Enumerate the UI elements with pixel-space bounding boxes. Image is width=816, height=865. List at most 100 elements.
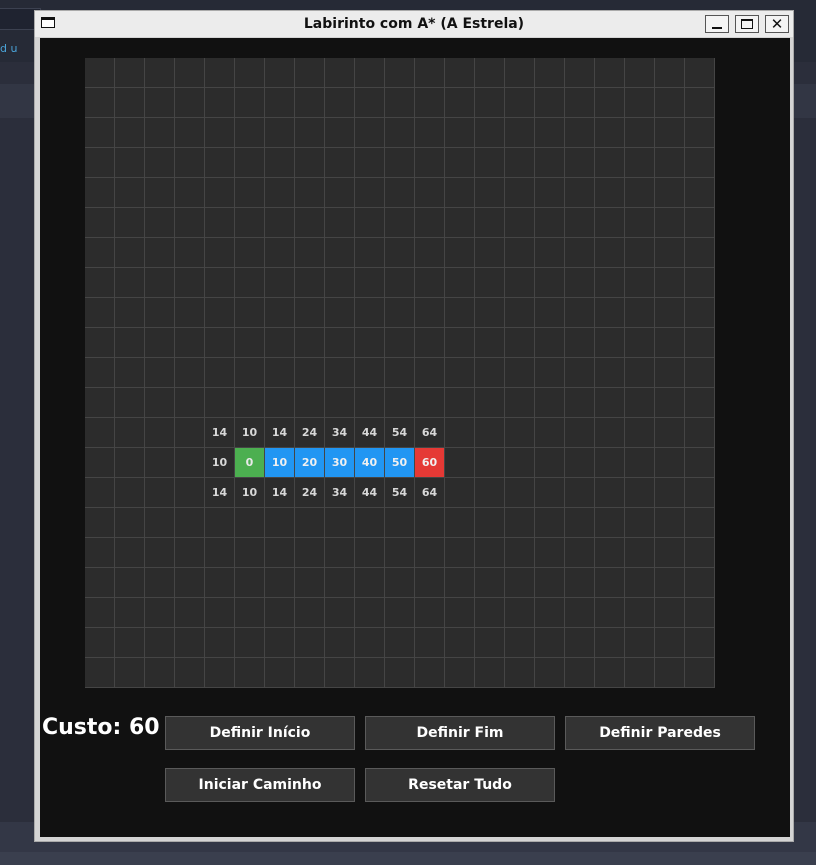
grid-cell[interactable] (535, 358, 565, 388)
explored-cell[interactable]: 44 (355, 418, 385, 448)
grid-cell[interactable] (385, 58, 415, 88)
grid-cell[interactable] (445, 118, 475, 148)
grid-cell[interactable] (625, 208, 655, 238)
grid-cell[interactable] (265, 268, 295, 298)
grid-cell[interactable] (85, 178, 115, 208)
grid-cell[interactable] (325, 358, 355, 388)
grid-cell[interactable] (625, 448, 655, 478)
grid-cell[interactable] (475, 658, 505, 688)
grid-cell[interactable] (565, 508, 595, 538)
grid-cell[interactable] (625, 178, 655, 208)
grid-cell[interactable] (355, 358, 385, 388)
grid-cell[interactable] (475, 178, 505, 208)
grid-cell[interactable] (205, 598, 235, 628)
grid-cell[interactable] (175, 478, 205, 508)
grid-cell[interactable] (535, 628, 565, 658)
grid-cell[interactable] (475, 58, 505, 88)
grid-cell[interactable] (265, 628, 295, 658)
grid-cell[interactable] (535, 598, 565, 628)
grid-cell[interactable] (115, 658, 145, 688)
grid-cell[interactable] (415, 328, 445, 358)
grid-cell[interactable] (685, 568, 715, 598)
grid-cell[interactable] (295, 238, 325, 268)
grid-cell[interactable] (565, 88, 595, 118)
grid-cell[interactable] (235, 628, 265, 658)
grid-cell[interactable] (175, 58, 205, 88)
grid-cell[interactable] (235, 298, 265, 328)
explored-cell[interactable]: 14 (205, 418, 235, 448)
explored-cell[interactable]: 14 (205, 478, 235, 508)
grid-cell[interactable] (205, 238, 235, 268)
grid-cell[interactable] (115, 118, 145, 148)
grid-cell[interactable] (445, 538, 475, 568)
grid-cell[interactable] (685, 448, 715, 478)
grid-cell[interactable] (625, 538, 655, 568)
grid-cell[interactable] (625, 508, 655, 538)
grid-cell[interactable] (115, 358, 145, 388)
grid-cell[interactable] (625, 478, 655, 508)
grid-cell[interactable] (445, 58, 475, 88)
grid-cell[interactable] (655, 118, 685, 148)
grid-cell[interactable] (535, 208, 565, 238)
grid-cell[interactable] (445, 508, 475, 538)
grid-cell[interactable] (415, 388, 445, 418)
grid-cell[interactable] (535, 298, 565, 328)
grid-cell[interactable] (445, 208, 475, 238)
grid-cell[interactable] (175, 88, 205, 118)
explored-cell[interactable]: 24 (295, 418, 325, 448)
grid-cell[interactable] (145, 208, 175, 238)
grid-cell[interactable] (355, 598, 385, 628)
grid-cell[interactable] (595, 358, 625, 388)
grid-cell[interactable] (325, 568, 355, 598)
grid-cell[interactable] (295, 328, 325, 358)
grid-cell[interactable] (355, 208, 385, 238)
grid-cell[interactable] (145, 238, 175, 268)
grid-cell[interactable] (655, 628, 685, 658)
grid-cell[interactable] (355, 88, 385, 118)
grid-cell[interactable] (505, 568, 535, 598)
grid-cell[interactable] (475, 538, 505, 568)
grid-cell[interactable] (535, 88, 565, 118)
path-cell[interactable]: 10 (265, 448, 295, 478)
grid-cell[interactable] (655, 448, 685, 478)
grid-cell[interactable] (175, 358, 205, 388)
grid-cell[interactable] (355, 568, 385, 598)
grid-cell[interactable] (295, 388, 325, 418)
grid-cell[interactable] (325, 598, 355, 628)
explored-cell[interactable]: 10 (235, 478, 265, 508)
grid-cell[interactable] (655, 478, 685, 508)
grid-cell[interactable] (505, 178, 535, 208)
grid-cell[interactable] (595, 298, 625, 328)
grid-cell[interactable] (685, 388, 715, 418)
grid-cell[interactable] (475, 328, 505, 358)
grid-cell[interactable] (265, 58, 295, 88)
grid-cell[interactable] (415, 628, 445, 658)
grid-cell[interactable] (595, 328, 625, 358)
grid-cell[interactable] (415, 238, 445, 268)
explored-cell[interactable]: 64 (415, 418, 445, 448)
grid-cell[interactable] (145, 358, 175, 388)
grid-cell[interactable] (505, 238, 535, 268)
explored-cell[interactable]: 14 (265, 478, 295, 508)
path-cell[interactable]: 20 (295, 448, 325, 478)
grid-cell[interactable] (355, 298, 385, 328)
grid-cell[interactable] (385, 628, 415, 658)
grid-cell[interactable] (205, 658, 235, 688)
grid-cell[interactable] (445, 238, 475, 268)
grid-cell[interactable] (685, 328, 715, 358)
grid-cell[interactable] (385, 598, 415, 628)
grid-cell[interactable] (385, 88, 415, 118)
grid-cell[interactable] (205, 298, 235, 328)
grid-cell[interactable] (685, 358, 715, 388)
grid-cell[interactable] (655, 538, 685, 568)
grid-cell[interactable] (85, 568, 115, 598)
grid-cell[interactable] (175, 178, 205, 208)
grid-cell[interactable] (235, 388, 265, 418)
grid-cell[interactable] (385, 118, 415, 148)
grid-cell[interactable] (415, 58, 445, 88)
grid-cell[interactable] (535, 448, 565, 478)
grid-cell[interactable] (175, 388, 205, 418)
grid-cell[interactable] (85, 448, 115, 478)
maze-grid[interactable]: 14 10 14 24 34 44 54 64 10 0 10 20 30 40 50 60 14 10 14 24 3… (85, 58, 715, 688)
grid-cell[interactable] (625, 118, 655, 148)
